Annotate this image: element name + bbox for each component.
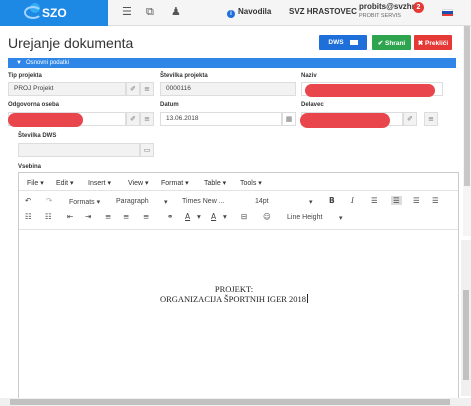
horizontal-scrollbar[interactable] xyxy=(0,398,471,406)
background-color-icon[interactable]: A xyxy=(211,212,216,221)
stevilka-dws-field[interactable] xyxy=(18,143,140,157)
font-size-dropdown[interactable]: 14pt xyxy=(255,198,269,205)
stevilka-projekta-field[interactable]: 0000116 xyxy=(160,82,296,96)
page-title: Urejanje dokumenta xyxy=(8,35,134,51)
scrollbar-thumb[interactable] xyxy=(463,290,469,380)
dropdown-arrow-icon[interactable]: ▾ xyxy=(197,212,201,221)
align-left-icon[interactable]: ☰ xyxy=(371,196,378,205)
dropdown-arrow-icon[interactable]: ▾ xyxy=(339,214,343,222)
document-line: PROJEKT: xyxy=(214,284,254,294)
numbered-list-icon[interactable]: ☷ xyxy=(45,212,52,221)
justify-icon[interactable]: ☰ xyxy=(432,196,439,205)
list-icon[interactable]: ≡ xyxy=(140,112,154,126)
redacted-value xyxy=(300,113,390,128)
brand-name: SZO xyxy=(42,6,67,20)
dws-button[interactable]: DWS xyxy=(319,35,367,50)
notification-badge[interactable]: 2 xyxy=(413,2,424,13)
document-line: ORGANIZACIJA ŠPORTNIH IGER 2018 xyxy=(159,294,309,304)
odgovorna-oseba-label: Odgovorna oseba xyxy=(8,102,60,108)
stevilka-dws-label: Številka DWS xyxy=(18,133,57,139)
tip-projekta-label: Tip projekta xyxy=(8,73,42,79)
rich-text-editor: File ▾ Edit ▾ Insert ▾ View ▾ Format ▾ T… xyxy=(18,172,459,402)
menu-table[interactable]: Table ▾ xyxy=(204,179,226,187)
delavec-label: Delavec xyxy=(301,102,324,108)
clear-icon[interactable]: ✐ xyxy=(403,112,417,126)
user-company: PROBIT SERVIS xyxy=(359,13,401,19)
menu-edit[interactable]: Edit ▾ xyxy=(56,179,74,187)
dropdown-arrow-icon[interactable]: ▾ xyxy=(164,198,168,206)
editor-toolbar-row2: ☷ ☷ ⇤ ⇥ ≡ ≡ ≡ ⚭ A ▾ A ▾ ⊟ ☺ Line Height … xyxy=(19,209,458,227)
paragraph-dropdown[interactable]: Paragraph xyxy=(116,198,149,205)
scrollbar-thumb[interactable] xyxy=(10,399,450,405)
redacted-value xyxy=(8,113,83,127)
datum-field[interactable]: 13.06.2018 xyxy=(160,112,282,126)
organization-name[interactable]: SVZ HRASTOVEC xyxy=(289,7,357,16)
align-center-icon[interactable]: ☰ xyxy=(391,196,402,205)
indent-icon[interactable]: ⇥ xyxy=(85,212,91,221)
list-icon[interactable]: ≡ xyxy=(140,82,154,96)
cancel-button[interactable]: ✖ Prekliči xyxy=(414,35,452,50)
menu-view[interactable]: View ▾ xyxy=(128,179,149,187)
list-icon[interactable]: ≡ xyxy=(424,112,438,126)
align-icon[interactable]: ≡ xyxy=(105,212,111,221)
menu-icon[interactable]: ☰ xyxy=(122,5,132,18)
text-cursor xyxy=(307,294,309,303)
calendar-icon[interactable]: ▦ xyxy=(282,112,296,126)
text-color-icon[interactable]: A xyxy=(185,212,190,221)
envelope-icon xyxy=(349,40,358,45)
clear-icon[interactable]: ✐ xyxy=(126,112,140,126)
page-scrollbar[interactable] xyxy=(463,26,471,236)
redo-icon[interactable]: ↷ xyxy=(46,196,52,205)
clear-icon[interactable]: ✐ xyxy=(126,82,140,96)
brand-logo[interactable]: SZO xyxy=(0,0,108,26)
undo-icon[interactable]: ↶ xyxy=(25,196,31,205)
outdent-icon[interactable]: ⇤ xyxy=(67,212,73,221)
align-icon[interactable]: ≡ xyxy=(143,212,149,221)
menu-file[interactable]: File ▾ xyxy=(27,179,44,187)
vsebina-label: Vsebina xyxy=(18,164,42,170)
menu-insert[interactable]: Insert ▾ xyxy=(88,179,111,187)
editor-menubar: File ▾ Edit ▾ Insert ▾ View ▾ Format ▾ T… xyxy=(19,173,458,191)
section-header[interactable]: ▼ Osnovni podatki xyxy=(8,58,456,68)
navodila-link[interactable]: i Navodila xyxy=(227,7,271,18)
menu-tools[interactable]: Tools ▾ xyxy=(240,179,262,187)
person-icon[interactable]: ♟ xyxy=(171,5,181,18)
chevron-down-icon: ▼ xyxy=(16,60,22,66)
menu-format[interactable]: Format ▾ xyxy=(161,179,189,187)
dropdown-arrow-icon[interactable]: ▾ xyxy=(223,212,227,221)
bullet-list-icon[interactable]: ☷ xyxy=(25,212,32,221)
bold-icon[interactable]: B xyxy=(329,196,335,205)
editor-scrollbar[interactable] xyxy=(461,240,471,396)
formats-dropdown[interactable]: Formats ▾ xyxy=(69,198,100,206)
save-button[interactable]: ✔ Shrani xyxy=(372,35,411,50)
font-family-dropdown[interactable]: Times New ... xyxy=(182,198,225,205)
page: SZO ☰ ⧉ ♟ i Navodila SVZ HRASTOVEC probit… xyxy=(0,0,471,406)
external-link-icon[interactable]: ⧉ xyxy=(146,5,154,19)
align-icon[interactable]: ≡ xyxy=(123,212,129,221)
naziv-label: Naziv xyxy=(301,73,317,79)
user-menu[interactable]: probits@svzhra PROBIT SERVIS xyxy=(359,2,419,19)
line-height-dropdown[interactable]: Line Height xyxy=(287,214,322,221)
italic-icon[interactable]: I xyxy=(351,196,354,205)
user-name: probits@svzhra xyxy=(359,2,420,11)
dropdown-arrow-icon[interactable]: ▾ xyxy=(309,198,313,206)
info-icon: i xyxy=(227,10,235,18)
stevilka-projekta-label: Številka projekta xyxy=(160,73,208,79)
align-right-icon[interactable]: ☰ xyxy=(413,196,420,205)
folder-icon[interactable]: ▭ xyxy=(140,143,154,157)
emoticon-icon[interactable]: ☺ xyxy=(263,212,271,221)
datum-label: Datum xyxy=(160,102,179,108)
horizontal-line-icon[interactable]: ⊟ xyxy=(241,212,247,221)
redacted-value xyxy=(305,84,435,97)
top-bar: SZO ☰ ⧉ ♟ i Navodila SVZ HRASTOVEC probit… xyxy=(0,0,471,26)
scrollbar-thumb[interactable] xyxy=(464,26,470,186)
language-flag-icon[interactable] xyxy=(442,9,453,16)
link-icon[interactable]: ⚭ xyxy=(167,212,173,221)
editor-content-area[interactable]: PROJEKT: ORGANIZACIJA ŠPORTNIH IGER 2018 xyxy=(19,229,458,399)
tip-projekta-field[interactable]: PROJ Projekt xyxy=(8,82,126,96)
